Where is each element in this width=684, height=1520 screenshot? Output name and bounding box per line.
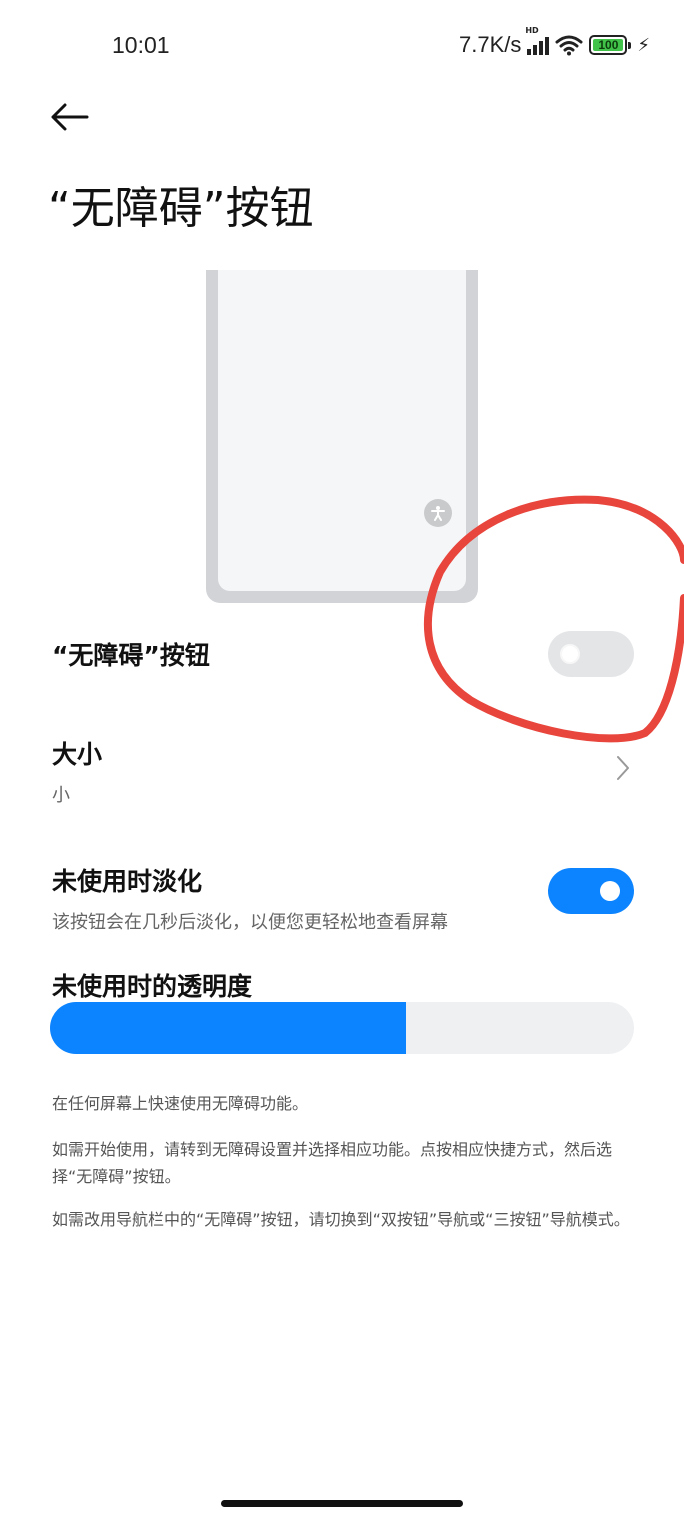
- setting-fade[interactable]: 未使用时淡化 该按钮会在几秒后淡化，以便您更轻松地查看屏幕: [52, 862, 634, 934]
- battery-level: 100: [598, 38, 619, 52]
- charging-icon: ⚡︎: [637, 34, 650, 56]
- status-icons: 7.7K/s HD 100 ⚡︎: [458, 26, 650, 60]
- signal-icon: HD: [525, 26, 550, 55]
- chevron-right-icon: [617, 756, 629, 780]
- status-time: 10:01: [112, 32, 170, 58]
- size-value: 小: [52, 785, 70, 806]
- description-2: 如需开始使用，请转到无障碍设置并选择相应功能。点按相应快捷方式，然后选择“无障碍…: [52, 1140, 613, 1186]
- battery-icon: 100: [589, 35, 632, 55]
- fade-label: 未使用时淡化: [52, 867, 203, 896]
- fade-description: 该按钮会在几秒后淡化，以便您更轻松地查看屏幕: [52, 912, 448, 933]
- hd-badge: HD: [525, 26, 539, 35]
- toggle-knob: [600, 881, 620, 901]
- a11y-button-toggle[interactable]: [548, 631, 634, 677]
- back-button[interactable]: [44, 92, 94, 142]
- arrow-left-icon: [51, 103, 89, 131]
- home-indicator[interactable]: [221, 1500, 463, 1507]
- description-1: 在任何屏幕上快速使用无障碍功能。: [52, 1094, 309, 1113]
- toggle-knob: [560, 644, 580, 664]
- size-label: 大小: [52, 740, 103, 769]
- opacity-label: 未使用时的透明度: [52, 972, 253, 1001]
- button-preview-illustration: [206, 270, 478, 603]
- setting-a11y-button[interactable]: “无障碍”按钮: [52, 636, 634, 676]
- setting-size[interactable]: 大小 小: [52, 735, 634, 806]
- a11y-button-label: “无障碍”按钮: [52, 641, 210, 670]
- description-3: 如需改用导航栏中的“无障碍”按钮，请切换到“双按钮”导航或“三按钮”导航模式。: [52, 1210, 630, 1229]
- page-title: “无障碍”按钮: [48, 183, 314, 234]
- network-speed: 7.7K/s: [458, 32, 522, 57]
- fade-toggle[interactable]: [548, 868, 634, 914]
- accessibility-icon: [424, 499, 452, 527]
- opacity-slider-fill: [50, 1002, 407, 1054]
- status-bar: 10:01 7.7K/s HD 100 ⚡︎: [0, 0, 684, 90]
- wifi-icon: [555, 35, 583, 56]
- preview-screen: [218, 270, 466, 591]
- opacity-slider[interactable]: [50, 1002, 634, 1054]
